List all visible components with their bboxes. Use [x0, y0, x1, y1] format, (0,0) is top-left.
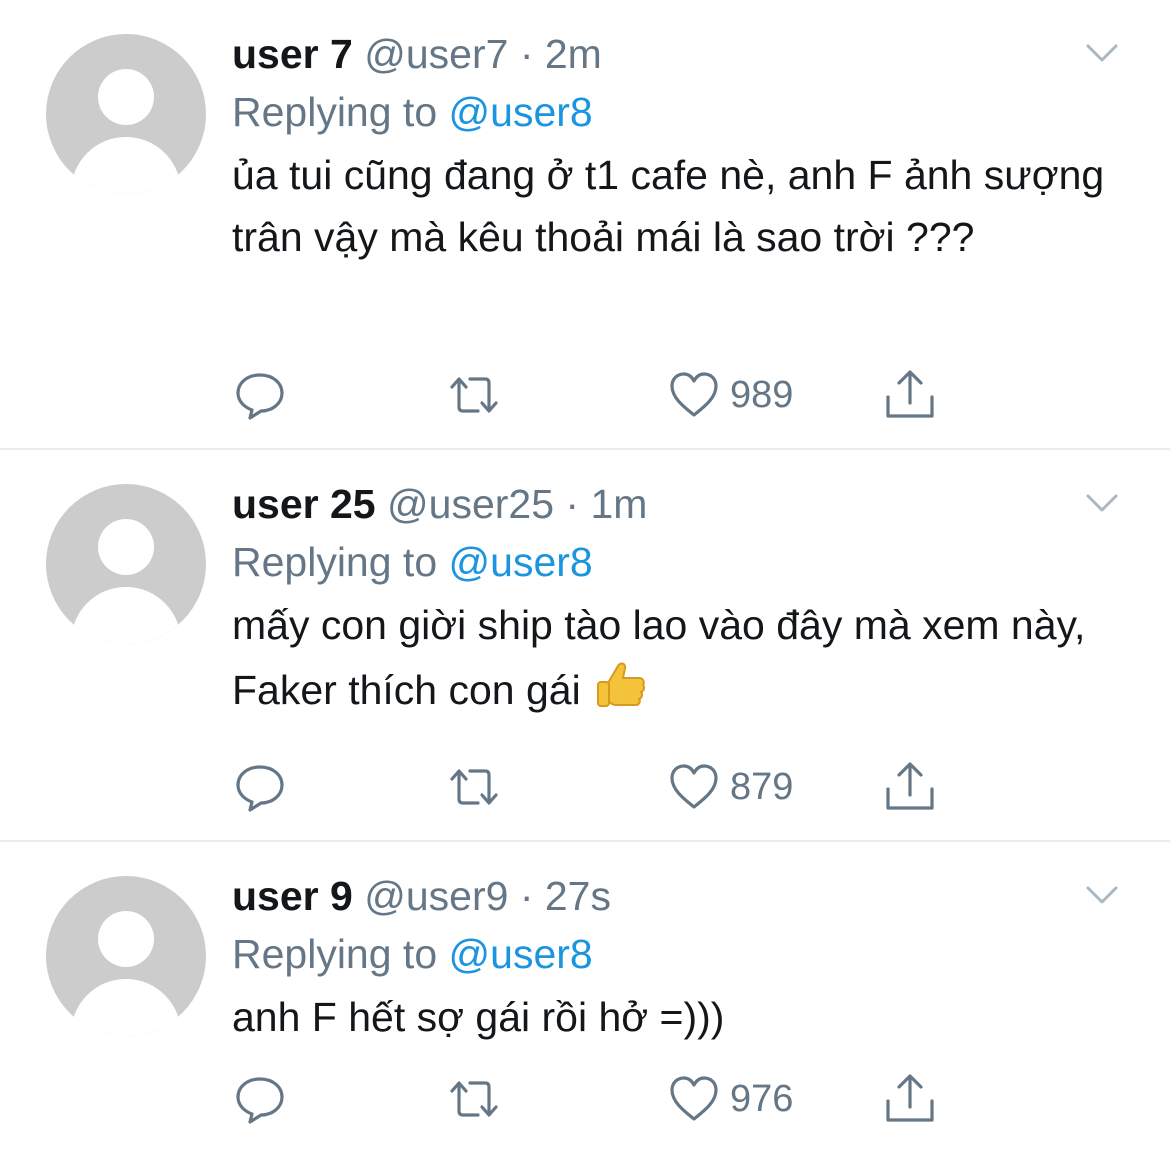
replying-to: Replying to @user8 — [232, 538, 1130, 586]
mention-link[interactable]: @user8 — [449, 931, 593, 977]
retweet-button[interactable] — [446, 367, 502, 423]
share-icon — [886, 762, 934, 810]
retweet-icon — [450, 377, 498, 413]
replying-to: Replying to @user8 — [232, 930, 1130, 978]
tweet-content: user 9 @user9 · 27s Replying to @user8 a… — [232, 872, 1130, 1048]
mention-link[interactable]: @user8 — [449, 539, 593, 585]
replying-prefix: Replying to — [232, 931, 438, 977]
heart-icon — [670, 372, 718, 417]
tweet-content: user 7 @user7 · 2m Replying to @user8 ủa… — [232, 30, 1130, 268]
display-name[interactable]: user 25 — [232, 481, 376, 527]
like-button[interactable]: 976 — [666, 1071, 793, 1127]
reply-button[interactable] — [232, 367, 288, 423]
like-count: 879 — [730, 765, 794, 808]
replying-prefix: Replying to — [232, 539, 438, 585]
separator-dot: · — [565, 481, 580, 527]
chevron-down-icon[interactable] — [1082, 880, 1122, 910]
chevron-down-icon[interactable] — [1082, 488, 1122, 518]
user-handle[interactable]: @user9 — [364, 873, 508, 919]
separator-dot: · — [519, 873, 534, 919]
thumbs-up-icon — [597, 662, 646, 707]
share-icon — [886, 370, 934, 418]
tweet[interactable]: user 7 @user7 · 2m Replying to @user8 ủa… — [0, 0, 1170, 450]
tweet-text: ủa tui cũng đang ở t1 cafe nè, anh F ảnh… — [232, 152, 1105, 260]
tweet-text: anh F hết sợ gái rồi hở =))) — [232, 994, 725, 1040]
heart-icon — [670, 1076, 718, 1121]
replying-prefix: Replying to — [232, 89, 438, 135]
tweet-actions: 879 — [232, 759, 952, 815]
tweet-actions: 989 — [232, 367, 952, 423]
tweet[interactable]: user 9 @user9 · 27s Replying to @user8 a… — [0, 842, 1170, 1154]
tweet-text-body: mấy con giời ship tào lao vào đây mà xem… — [232, 602, 1086, 713]
timestamp[interactable]: 2m — [545, 31, 602, 77]
tweet-text: mấy con giời ship tào lao vào đây mà xem… — [232, 594, 1130, 721]
tweet-header: user 25 @user25 · 1m — [232, 480, 1130, 528]
replying-to: Replying to @user8 — [232, 88, 1130, 136]
reply-button[interactable] — [232, 1071, 288, 1127]
timestamp[interactable]: 27s — [545, 873, 611, 919]
tweet[interactable]: user 25 @user25 · 1m Replying to @user8 … — [0, 450, 1170, 842]
separator-dot: · — [519, 31, 534, 77]
like-count: 976 — [730, 1077, 794, 1120]
avatar[interactable] — [46, 876, 206, 1036]
display-name[interactable]: user 9 — [232, 873, 353, 919]
chevron-down-icon[interactable] — [1082, 38, 1122, 68]
tweet-content: user 25 @user25 · 1m Replying to @user8 … — [232, 480, 1130, 721]
reply-button[interactable] — [232, 759, 288, 815]
reply-icon — [236, 1077, 284, 1124]
share-icon — [886, 1074, 934, 1122]
avatar[interactable] — [46, 34, 206, 194]
display-name[interactable]: user 7 — [232, 31, 353, 77]
share-button[interactable] — [882, 759, 938, 815]
retweet-button[interactable] — [446, 759, 502, 815]
share-button[interactable] — [882, 367, 938, 423]
reply-icon — [236, 765, 284, 812]
like-count: 989 — [730, 373, 794, 416]
mention-link[interactable]: @user8 — [449, 89, 593, 135]
retweet-icon — [450, 1081, 498, 1117]
timestamp[interactable]: 1m — [590, 481, 647, 527]
heart-icon — [670, 764, 718, 809]
retweet-button[interactable] — [446, 1071, 502, 1127]
like-button[interactable]: 989 — [666, 367, 793, 423]
tweet-actions: 976 — [232, 1071, 952, 1127]
reply-icon — [236, 373, 284, 420]
retweet-icon — [450, 769, 498, 805]
like-button[interactable]: 879 — [666, 759, 793, 815]
tweet-header: user 7 @user7 · 2m — [232, 30, 1130, 78]
share-button[interactable] — [882, 1071, 938, 1127]
user-handle[interactable]: @user7 — [364, 31, 508, 77]
avatar[interactable] — [46, 484, 206, 644]
user-handle[interactable]: @user25 — [387, 481, 554, 527]
tweet-header: user 9 @user9 · 27s — [232, 872, 1130, 920]
